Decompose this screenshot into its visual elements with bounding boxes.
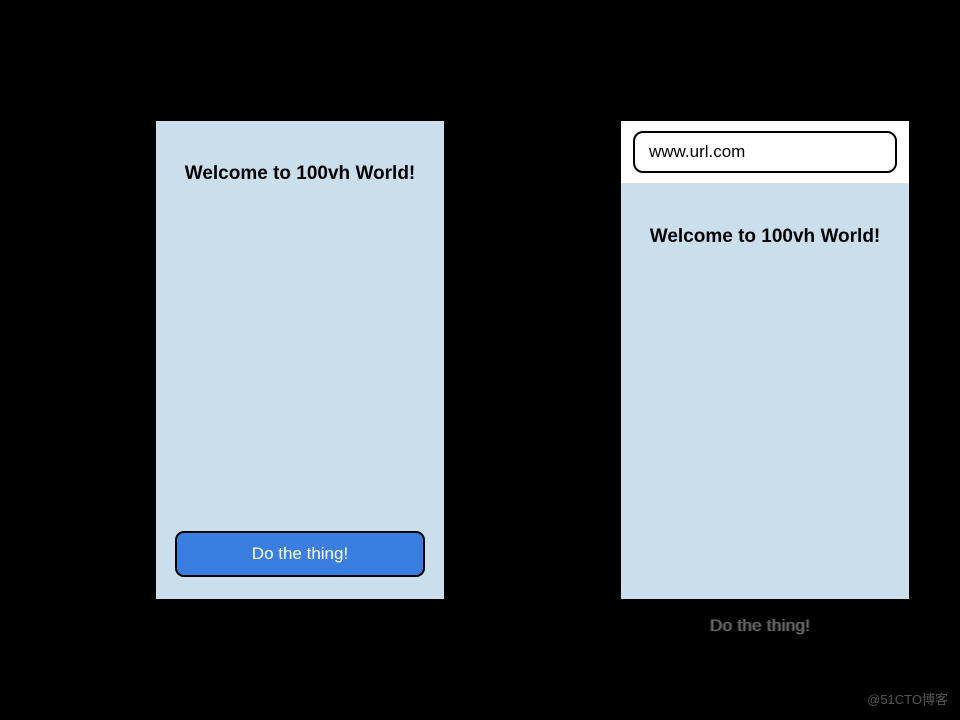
url-input[interactable] (633, 131, 897, 173)
welcome-heading: Welcome to 100vh World! (621, 184, 909, 248)
cta-button-overflow: Do the thing! (710, 616, 810, 636)
watermark: @51CTO博客 (867, 689, 948, 708)
phone-mockup-ideal: Welcome to 100vh World! Do the thing! (155, 120, 445, 600)
viewport-content: Welcome to 100vh World! Do the thing! (156, 121, 444, 599)
phone-mockup-actual: Welcome to 100vh World! (620, 120, 910, 600)
welcome-heading: Welcome to 100vh World! (156, 121, 444, 185)
browser-address-bar (621, 121, 909, 184)
cta-button[interactable]: Do the thing! (175, 531, 425, 577)
viewport-content: Welcome to 100vh World! (621, 184, 909, 600)
